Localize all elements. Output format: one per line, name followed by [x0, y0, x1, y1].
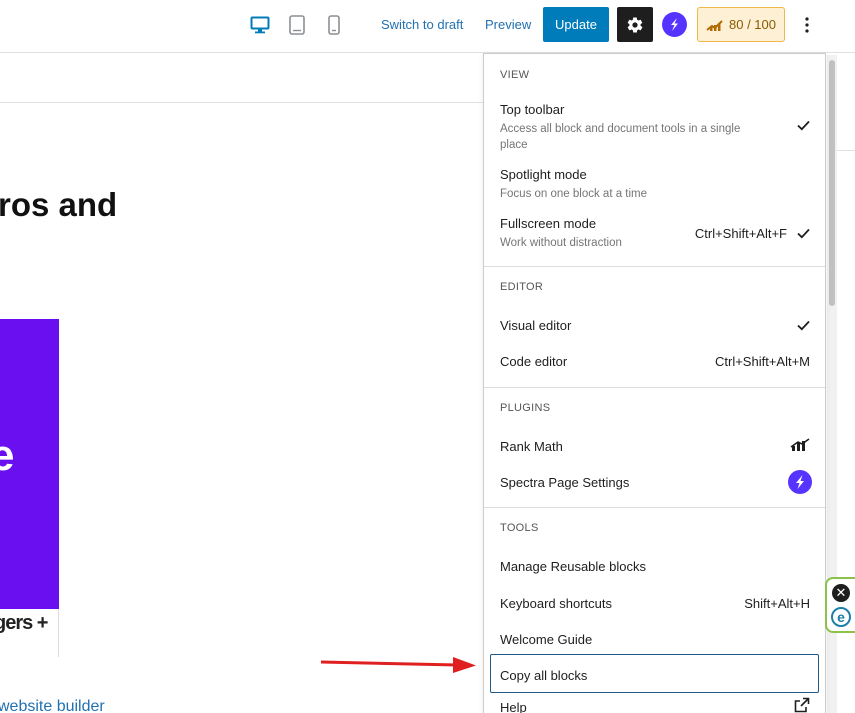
switch-to-draft-button[interactable]: Switch to draft [381, 17, 463, 32]
menu-item-label: Manage Reusable blocks [500, 559, 646, 574]
menu-item-label: Spotlight mode [500, 167, 587, 182]
menu-item-right [797, 120, 810, 131]
rank-math-icon [790, 438, 810, 451]
menu-item-manage-reusable-blocks[interactable]: Manage Reusable blocks [500, 559, 810, 574]
close-icon[interactable]: ✕ [832, 583, 850, 602]
menu-item-visual-editor[interactable]: Visual editor [500, 318, 810, 333]
annotation-arrow-icon [320, 657, 476, 673]
gear-icon [627, 16, 643, 33]
menu-item-right [790, 438, 810, 452]
widget-e-icon[interactable]: e [831, 606, 851, 627]
title-divider [0, 102, 483, 103]
menu-group-view: VIEW Top toolbar Access all block and do… [484, 54, 825, 266]
checkmark-icon [797, 320, 810, 331]
checkmark-icon [797, 228, 810, 239]
menu-item-keyboard-shortcuts[interactable]: Keyboard shortcuts Shift+Alt+H [500, 596, 810, 611]
tablet-preview-button[interactable] [284, 12, 310, 38]
shortcut-text: Ctrl+Shift+Alt+F [694, 226, 787, 241]
spectra-icon [671, 18, 678, 31]
menu-group-editor: EDITOR Visual editor Code editor Ctrl+Sh… [484, 266, 825, 387]
checkmark-icon [797, 120, 810, 131]
mobile-icon [328, 15, 340, 35]
floating-widget: ✕ e [825, 577, 855, 633]
menu-item-label: Rank Math [500, 439, 563, 454]
rank-math-icon [706, 19, 723, 31]
preview-button[interactable]: Preview [485, 17, 531, 32]
group-title-plugins: PLUGINS [500, 402, 551, 414]
group-title-tools: TOOLS [500, 522, 539, 534]
seo-score: 80 / 100 [729, 17, 776, 32]
menu-item-right [788, 470, 812, 494]
menu-item-label: Help [500, 700, 527, 713]
image-caption: gers + [0, 612, 48, 634]
menu-item-description: Access all block and document tools in a… [500, 123, 741, 151]
tablet-icon [289, 15, 305, 35]
group-title-editor: EDITOR [500, 281, 544, 293]
external-link-icon [794, 697, 810, 713]
menu-item-spectra-page-settings[interactable]: Spectra Page Settings [500, 470, 812, 494]
options-menu-button[interactable] [795, 12, 819, 38]
update-button[interactable]: Update [543, 7, 609, 42]
menu-item-label: Spectra Page Settings [500, 475, 630, 490]
settings-button[interactable] [617, 7, 653, 42]
menu-item-label: Visual editor [500, 318, 572, 333]
mobile-preview-button[interactable] [321, 12, 347, 38]
menu-item-welcome-guide[interactable]: Welcome Guide [500, 632, 810, 647]
menu-item-fullscreen-mode[interactable]: Fullscreen mode Work without distraction… [500, 216, 810, 251]
rank-math-score-button[interactable]: 80 / 100 [697, 7, 785, 42]
menu-item-rank-math[interactable]: Rank Math [500, 438, 810, 454]
desktop-icon [250, 16, 270, 34]
menu-item-help[interactable]: Help [500, 697, 810, 713]
editor-page: Switch to draft Preview Update 80 / 100 [0, 0, 855, 713]
sidebar-divider [836, 150, 855, 151]
spectra-icon [788, 470, 812, 494]
group-title-view: VIEW [500, 69, 530, 81]
shortcut-text: Ctrl+Shift+Alt+M [714, 354, 810, 369]
top-toolbar: Switch to draft Preview Update 80 / 100 [0, 0, 855, 53]
spectra-button[interactable] [662, 12, 687, 37]
options-dropdown: VIEW Top toolbar Access all block and do… [483, 53, 826, 713]
shortcut-text: Shift+Alt+H [744, 596, 810, 611]
desktop-preview-button[interactable] [247, 12, 273, 38]
menu-item-right: Ctrl+Shift+Alt+M [715, 354, 810, 369]
menu-group-plugins: PLUGINS Rank Math Spectra Page Settings [484, 387, 825, 507]
post-heading[interactable]: ros and [0, 186, 117, 224]
image-block[interactable]: e [0, 319, 59, 609]
menu-item-right: Shift+Alt+H [744, 596, 810, 611]
menu-item-label: Top toolbar [500, 102, 565, 117]
menu-item-description: Focus on one block at a time [500, 188, 648, 200]
menu-item-label: Welcome Guide [500, 632, 593, 647]
menu-item-right [794, 697, 810, 713]
more-vertical-icon [805, 17, 809, 33]
menu-item-spotlight-mode[interactable]: Spotlight mode Focus on one block at a t… [500, 167, 810, 202]
editor-canvas: ros and e gers + website builder [0, 54, 483, 713]
block-border [58, 609, 59, 657]
content-link[interactable]: website builder [0, 698, 105, 713]
focus-ring-copy-all-blocks [490, 654, 819, 693]
image-text: e [0, 431, 15, 480]
menu-item-right [797, 320, 810, 331]
menu-item-top-toolbar[interactable]: Top toolbar Access all block and documen… [500, 102, 810, 153]
menu-item-code-editor[interactable]: Code editor Ctrl+Shift+Alt+M [500, 354, 810, 369]
menu-item-right: Ctrl+Shift+Alt+F [695, 226, 810, 241]
scrollbar-thumb[interactable] [829, 60, 835, 306]
